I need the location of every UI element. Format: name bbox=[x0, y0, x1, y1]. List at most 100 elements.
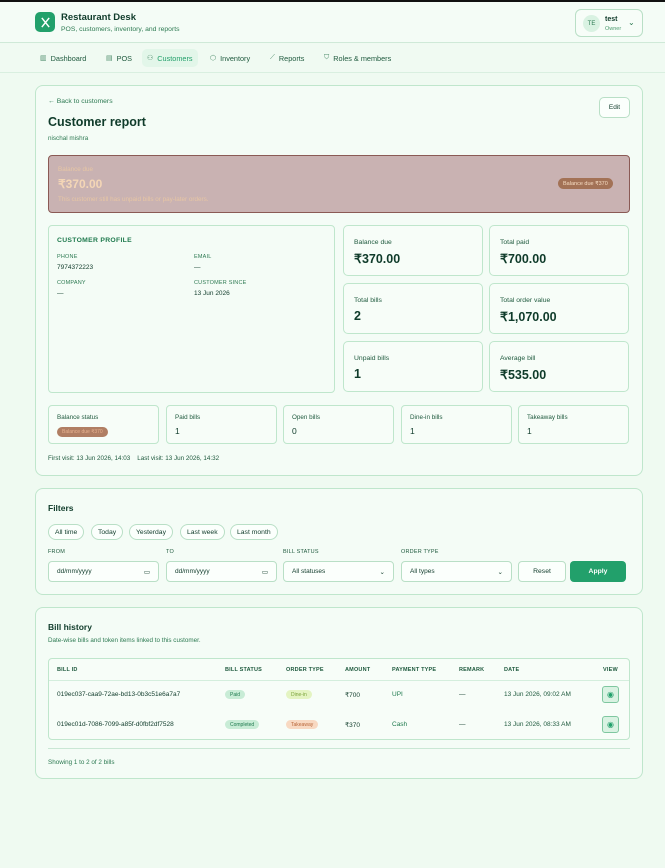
type-select[interactable]: All types ⌄ bbox=[401, 561, 512, 582]
chevron-down-icon: ⌄ bbox=[379, 568, 385, 576]
chevron-down-icon: ⌄ bbox=[628, 18, 635, 27]
nav-item-inventory[interactable]: ⬡ Inventory bbox=[205, 49, 255, 67]
mini-label: Takeaway bills bbox=[527, 414, 568, 421]
to-date-input[interactable]: dd/mm/yyyy ▭ bbox=[166, 561, 277, 582]
from-label: FROM bbox=[48, 549, 65, 555]
view-bill-button[interactable]: ◉ bbox=[602, 716, 619, 733]
main-nav: ▥ Dashboard ▤ POS ⚇ Customers ⬡ Inventory ⟋ R… bbox=[0, 44, 665, 73]
stat-label: Total bills bbox=[354, 297, 382, 304]
company-value: — bbox=[57, 290, 64, 297]
user-name: test bbox=[605, 16, 618, 23]
calendar-icon[interactable]: ▭ bbox=[262, 568, 268, 576]
user-role: Owner bbox=[605, 26, 622, 32]
payment-type: UPI bbox=[392, 691, 403, 698]
status-label: BILL STATUS bbox=[283, 549, 319, 555]
utensils-icon[interactable] bbox=[35, 12, 55, 32]
mini-label: Dine-in bills bbox=[410, 414, 443, 421]
from-date-input[interactable]: dd/mm/yyyy ▭ bbox=[48, 561, 159, 582]
stat-total-bills: Total bills 2 bbox=[343, 283, 483, 334]
stat-label: Total order value bbox=[500, 297, 551, 304]
stat-value: 2 bbox=[354, 309, 361, 323]
col-bill-status: BILL STATUS bbox=[225, 667, 263, 673]
nav-item-pos[interactable]: ▤ POS bbox=[101, 49, 137, 67]
bill-date: 13 Jun 2026, 08:33 AM bbox=[504, 721, 571, 728]
back-link[interactable]: ← Back to customers bbox=[48, 98, 113, 105]
app-subtitle: POS, customers, inventory, and reports bbox=[61, 26, 180, 33]
chip-all-time[interactable]: All time bbox=[48, 524, 85, 540]
mini-open-bills: Open bills 0 bbox=[283, 405, 394, 444]
nav-label: Customers bbox=[157, 53, 193, 63]
mini-takeaway-bills: Takeaway bills 1 bbox=[518, 405, 629, 444]
chip-last-month[interactable]: Last month bbox=[230, 524, 278, 540]
mini-dinein-bills: Dine-in bills 1 bbox=[401, 405, 512, 444]
type-label: ORDER TYPE bbox=[401, 549, 439, 555]
type-value: All types bbox=[410, 568, 435, 575]
stat-label: Total paid bbox=[500, 239, 530, 246]
col-order-type: ORDER TYPE bbox=[286, 667, 324, 673]
nav-label: Roles & members bbox=[333, 53, 392, 63]
bill-amount: ₹700 bbox=[345, 692, 360, 699]
stat-label: Average bill bbox=[500, 355, 536, 362]
to-label: TO bbox=[166, 549, 174, 555]
reset-button[interactable]: Reset bbox=[518, 561, 566, 582]
nav-item-roles[interactable]: ⛉ Roles & members bbox=[319, 49, 396, 67]
since-value: 13 Jun 2026 bbox=[194, 290, 230, 297]
mini-value: 0 bbox=[292, 426, 297, 436]
app-title: Restaurant Desk bbox=[61, 12, 136, 23]
status-value: All statuses bbox=[292, 568, 326, 575]
bill-amount: ₹370 bbox=[345, 722, 360, 729]
phone-value: 7974372223 bbox=[57, 264, 94, 271]
bill-id[interactable]: 019ec037-caa9-72ae-bd13-0b3c51e6a7a7 bbox=[57, 691, 180, 698]
from-value: dd/mm/yyyy bbox=[57, 568, 92, 575]
nav-label: POS bbox=[116, 53, 133, 63]
line-chart-icon: ⟋ bbox=[270, 54, 275, 61]
mini-paid-bills: Paid bills 1 bbox=[166, 405, 277, 444]
eye-icon: ◉ bbox=[607, 720, 614, 729]
bill-status-badge: Paid bbox=[225, 690, 246, 699]
customer-name: nischal mishra bbox=[48, 135, 89, 142]
alert-note: This customer still has unpaid bills or … bbox=[58, 196, 209, 203]
chip-last-week[interactable]: Last week bbox=[180, 524, 225, 540]
mini-label: Balance status bbox=[57, 414, 99, 421]
stat-total-paid: Total paid ₹700.00 bbox=[489, 225, 629, 276]
chip-yesterday[interactable]: Yesterday bbox=[129, 524, 173, 540]
col-remark: REMARK bbox=[459, 667, 485, 673]
nav-item-customers[interactable]: ⚇ Customers bbox=[142, 49, 198, 67]
email-label: EMAIL bbox=[194, 254, 212, 260]
apply-button[interactable]: Apply bbox=[570, 561, 626, 582]
avatar: TE bbox=[583, 15, 600, 32]
chevron-down-icon: ⌄ bbox=[497, 568, 503, 576]
view-bill-button[interactable]: ◉ bbox=[602, 686, 619, 703]
order-type-badge: Dine-in bbox=[286, 690, 312, 699]
nav-item-dashboard[interactable]: ▥ Dashboard bbox=[35, 49, 91, 67]
bill-history-subtitle: Date-wise bills and token items linked t… bbox=[48, 637, 201, 644]
bill-status-badge: Completed bbox=[225, 720, 260, 729]
balance-alert: Balance due ₹370.00 This customer still … bbox=[48, 155, 630, 213]
eye-icon: ◉ bbox=[607, 690, 614, 699]
mini-label: Paid bills bbox=[175, 414, 201, 421]
company-label: COMPANY bbox=[57, 280, 86, 286]
col-amount: AMOUNT bbox=[345, 667, 371, 673]
order-type-badge: Takeaway bbox=[286, 720, 319, 729]
bill-id[interactable]: 019ec01d-7086-7099-a85f-d0fbf2df7528 bbox=[57, 721, 174, 728]
chip-today[interactable]: Today bbox=[91, 524, 124, 540]
edit-button[interactable]: Edit bbox=[599, 97, 630, 118]
profile-heading: CUSTOMER PROFILE bbox=[57, 237, 132, 244]
nav-label: Inventory bbox=[220, 53, 251, 63]
status-select[interactable]: All statuses ⌄ bbox=[283, 561, 394, 582]
box-icon: ⬡ bbox=[210, 55, 217, 62]
calendar-icon[interactable]: ▭ bbox=[144, 568, 150, 576]
nav-item-reports[interactable]: ⟋ Reports bbox=[265, 49, 309, 67]
alert-amount: ₹370.00 bbox=[58, 177, 103, 191]
table-footer-divider bbox=[48, 748, 630, 749]
stat-balance-due: Balance due ₹370.00 bbox=[343, 225, 483, 276]
back-label: Back to customers bbox=[56, 98, 113, 105]
stat-label: Unpaid bills bbox=[354, 355, 390, 362]
stat-value: ₹1,070.00 bbox=[500, 310, 557, 324]
pagination-info: Showing 1 to 2 of 2 bills bbox=[48, 759, 115, 766]
visit-info: First visit: 13 Jun 2026, 14:03 Last vis… bbox=[48, 455, 220, 462]
page-title: Customer report bbox=[48, 115, 146, 129]
user-menu-button[interactable]: TE test Owner ⌄ bbox=[575, 9, 643, 37]
stat-average-bill: Average bill ₹535.00 bbox=[489, 341, 629, 392]
mini-balance-status: Balance status Balance due ₹370 bbox=[48, 405, 159, 444]
